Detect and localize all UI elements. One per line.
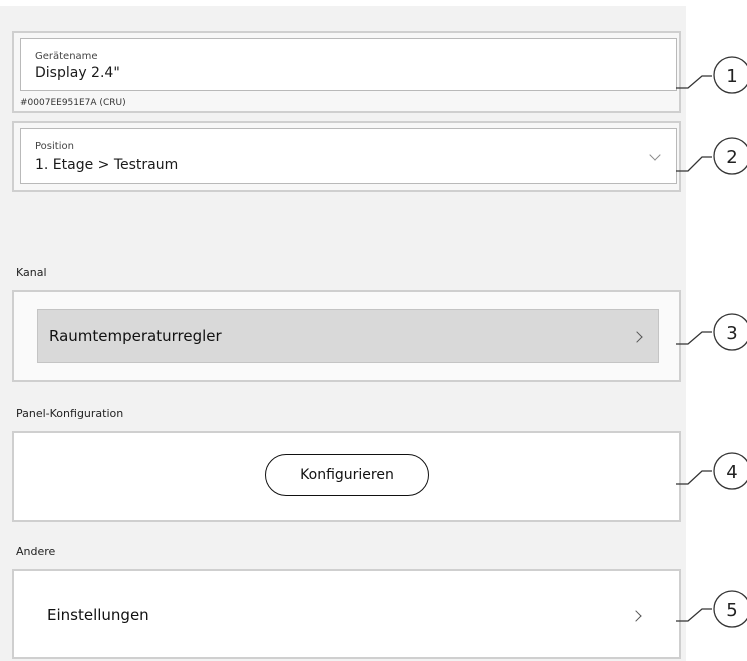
callout-4: 4 — [726, 462, 737, 483]
callout-3: 3 — [726, 323, 737, 344]
callout-annotations: 1 2 3 4 5 — [676, 56, 747, 628]
callout-2: 2 — [726, 147, 737, 168]
callout-5: 5 — [726, 600, 737, 621]
callout-1: 1 — [726, 66, 737, 87]
